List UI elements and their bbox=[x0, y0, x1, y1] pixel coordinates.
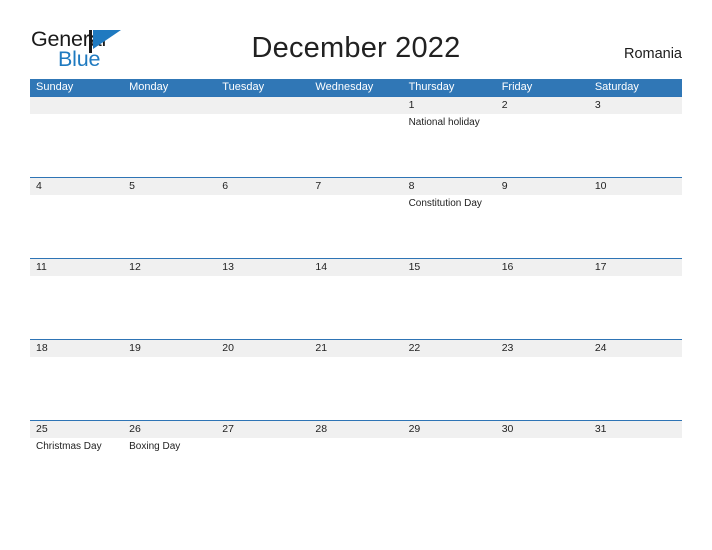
weekday-wednesday: Wednesday bbox=[315, 81, 374, 93]
weekday-sunday: Sunday bbox=[36, 81, 74, 93]
day-cell[interactable]: 21 bbox=[309, 340, 402, 420]
day-number: 2 bbox=[501, 99, 508, 111]
weekday-tuesday: Tuesday bbox=[222, 81, 265, 93]
day-number: 9 bbox=[501, 180, 508, 192]
day-cell[interactable] bbox=[123, 97, 216, 177]
day-cell[interactable]: 5 bbox=[123, 178, 216, 258]
day-number: 16 bbox=[501, 261, 514, 273]
day-cell[interactable]: 23 bbox=[496, 340, 589, 420]
day-cell[interactable]: 25 Christmas Day bbox=[30, 421, 123, 501]
day-cell[interactable]: 10 bbox=[589, 178, 682, 258]
day-number: 6 bbox=[222, 180, 229, 192]
day-cell[interactable] bbox=[30, 97, 123, 177]
day-cell[interactable]: 31 bbox=[589, 421, 682, 501]
week-row: 18 19 20 21 22 23 24 bbox=[30, 339, 682, 420]
day-number: 17 bbox=[594, 261, 607, 273]
week-row: 4 5 6 7 8 Constitution Day 9 10 bbox=[30, 177, 682, 258]
day-cell[interactable]: 18 bbox=[30, 340, 123, 420]
day-number: 29 bbox=[408, 423, 421, 435]
day-cell[interactable]: 9 bbox=[496, 178, 589, 258]
day-number: 28 bbox=[315, 423, 328, 435]
day-number: 8 bbox=[408, 180, 415, 192]
day-number: 22 bbox=[408, 342, 421, 354]
day-number: 25 bbox=[36, 423, 48, 435]
weekday-friday: Friday bbox=[501, 81, 533, 93]
day-cell[interactable]: 11 bbox=[30, 259, 123, 339]
day-cell[interactable]: 20 bbox=[216, 340, 309, 420]
day-event: Constitution Day bbox=[408, 198, 482, 209]
day-number: 23 bbox=[501, 342, 514, 354]
day-cell[interactable]: 22 bbox=[403, 340, 496, 420]
day-number: 19 bbox=[129, 342, 141, 354]
day-cell[interactable]: 13 bbox=[216, 259, 309, 339]
day-cell[interactable]: 1 National holiday bbox=[403, 97, 496, 177]
weekday-saturday: Saturday bbox=[594, 81, 639, 93]
day-cell[interactable]: 4 bbox=[30, 178, 123, 258]
day-number: 20 bbox=[222, 342, 234, 354]
day-number: 4 bbox=[36, 180, 42, 192]
day-cell[interactable]: 24 bbox=[589, 340, 682, 420]
day-cell[interactable]: 7 bbox=[309, 178, 402, 258]
day-number: 24 bbox=[594, 342, 607, 354]
day-cell[interactable] bbox=[309, 97, 402, 177]
day-event: Christmas Day bbox=[36, 441, 102, 452]
day-cell[interactable] bbox=[216, 97, 309, 177]
weekday-header-row: Sunday Monday Tuesday Wednesday Thursday… bbox=[30, 79, 682, 96]
weekday-thursday: Thursday bbox=[408, 81, 455, 93]
country-label: Romania bbox=[623, 46, 682, 62]
day-number: 3 bbox=[594, 99, 601, 111]
day-cell[interactable]: 30 bbox=[496, 421, 589, 501]
day-cell[interactable]: 15 bbox=[403, 259, 496, 339]
day-number: 5 bbox=[129, 180, 135, 192]
weekday-monday: Monday bbox=[129, 81, 169, 93]
day-number: 30 bbox=[501, 423, 514, 435]
week-row: 11 12 13 14 15 16 17 bbox=[30, 258, 682, 339]
day-cell[interactable]: 2 bbox=[496, 97, 589, 177]
day-cell[interactable]: 14 bbox=[309, 259, 402, 339]
day-event: National holiday bbox=[408, 117, 480, 128]
day-cell[interactable]: 6 bbox=[216, 178, 309, 258]
day-number: 10 bbox=[594, 180, 607, 192]
day-number: 7 bbox=[315, 180, 322, 192]
day-event: Boxing Day bbox=[129, 441, 181, 452]
day-number: 31 bbox=[594, 423, 607, 435]
day-cell[interactable]: 12 bbox=[123, 259, 216, 339]
day-cell[interactable]: 8 Constitution Day bbox=[403, 178, 496, 258]
day-number: 26 bbox=[129, 423, 141, 435]
day-number: 14 bbox=[315, 261, 328, 273]
day-number: 13 bbox=[222, 261, 234, 273]
day-number: 27 bbox=[222, 423, 234, 435]
page-header: General Blue December 2022 Romania bbox=[0, 0, 712, 79]
week-row: 1 National holiday 2 3 bbox=[30, 96, 682, 177]
day-cell[interactable]: 3 bbox=[589, 97, 682, 177]
day-cell[interactable]: 17 bbox=[589, 259, 682, 339]
day-cell[interactable]: 29 bbox=[403, 421, 496, 501]
day-number: 1 bbox=[408, 99, 415, 111]
week-row: 25 Christmas Day 26 Boxing Day 27 28 29 … bbox=[30, 420, 682, 501]
day-number: 11 bbox=[36, 261, 47, 273]
page-title: December 2022 bbox=[251, 32, 461, 64]
day-cell[interactable]: 28 bbox=[309, 421, 402, 501]
calendar-grid: Sunday Monday Tuesday Wednesday Thursday… bbox=[30, 79, 682, 501]
day-number: 18 bbox=[36, 342, 48, 354]
day-cell[interactable]: 26 Boxing Day bbox=[123, 421, 216, 501]
day-number: 15 bbox=[408, 261, 421, 273]
day-cell[interactable]: 27 bbox=[216, 421, 309, 501]
day-cell[interactable]: 19 bbox=[123, 340, 216, 420]
day-number: 21 bbox=[315, 342, 328, 354]
day-cell[interactable]: 16 bbox=[496, 259, 589, 339]
day-number: 12 bbox=[129, 261, 141, 273]
